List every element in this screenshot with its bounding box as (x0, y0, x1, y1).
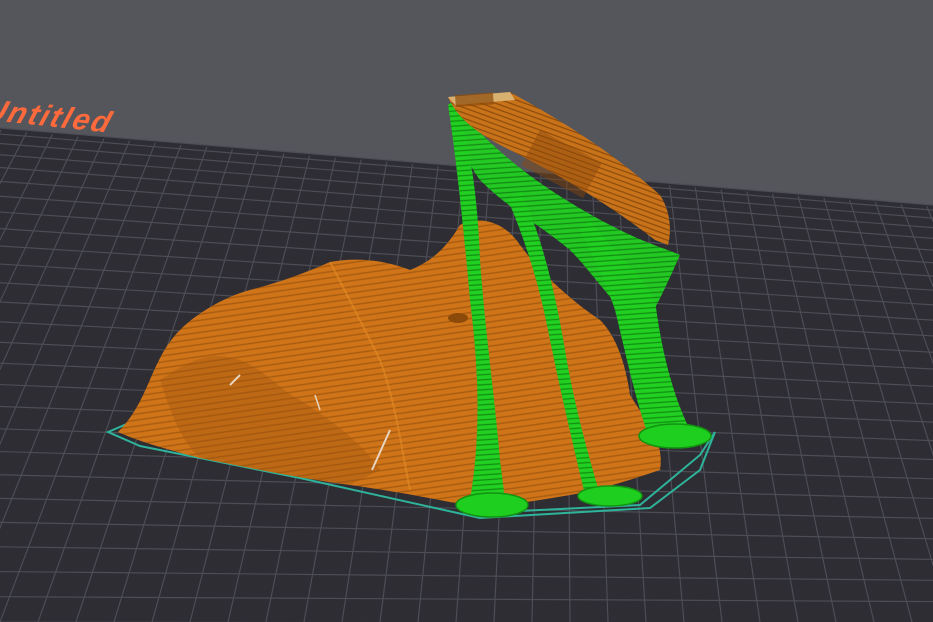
3d-viewport[interactable]: Untitled (0, 0, 933, 622)
support-base-middle (577, 485, 643, 507)
support-base-left (455, 492, 529, 518)
support-base-right (638, 423, 712, 449)
build-plate-scene[interactable]: Untitled (0, 0, 933, 622)
